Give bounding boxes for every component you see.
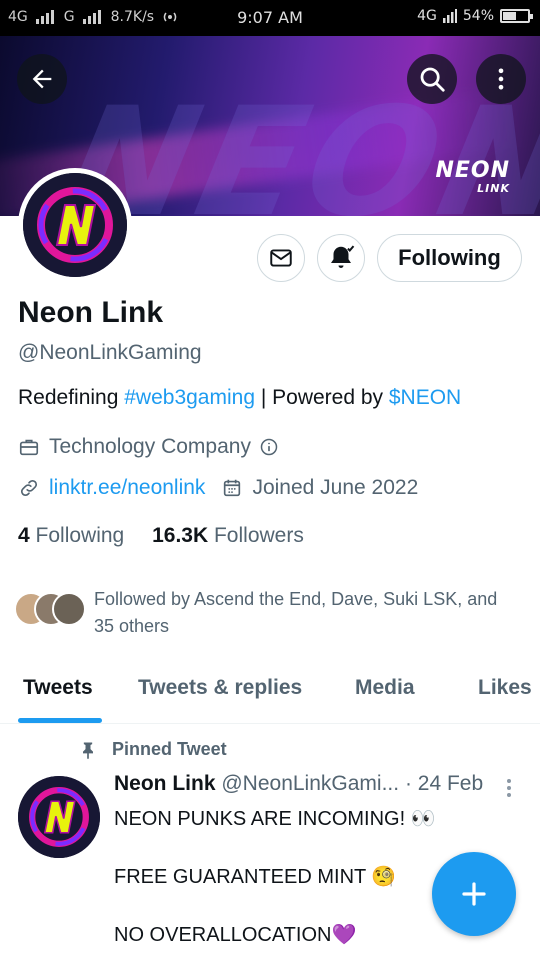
following-count-link[interactable]: 4 Following	[18, 524, 124, 547]
compose-tweet-button[interactable]	[432, 852, 516, 936]
tab-media[interactable]: Media	[355, 676, 415, 700]
network-indicator-right: 4G	[417, 8, 437, 24]
tweet-header: Neon Link @NeonLinkGami... · 24 Feb	[114, 772, 483, 796]
pin-icon	[83, 742, 93, 759]
joined-date: Joined June 2022	[252, 476, 419, 499]
profile-handle: @NeonLinkGaming	[18, 341, 202, 364]
signal-icon-3	[442, 9, 457, 23]
tweet-author-handle[interactable]: @NeonLinkGami...	[221, 772, 399, 795]
tweet-more-button[interactable]	[500, 776, 518, 805]
tweet-author-name[interactable]: Neon Link	[114, 772, 216, 795]
banner-logo-bottom: LINK	[477, 182, 510, 195]
battery-percent: 54%	[462, 8, 494, 24]
following-label: Following	[35, 524, 125, 547]
follower-avatar-3	[52, 592, 86, 626]
message-button[interactable]	[257, 234, 305, 282]
category-label: Technology Company	[49, 435, 251, 458]
follow-counts: 4 Following 16.3K Followers	[18, 524, 304, 548]
info-icon[interactable]	[259, 437, 279, 457]
website-joined-row: linktr.ee/neonlink Joined June 2022	[18, 476, 418, 500]
cashtag-link[interactable]: $NEON	[389, 386, 461, 409]
bio-text-middle: | Powered by	[255, 386, 389, 409]
tweet-text-line-3: NO OVERALLOCATION💜	[114, 924, 357, 946]
following-button[interactable]: Following	[377, 234, 522, 282]
tab-likes[interactable]: Likes	[478, 676, 532, 700]
followers-count-link[interactable]: 16.3K Followers	[152, 524, 304, 547]
search-icon	[420, 67, 445, 92]
followed-by-text[interactable]: Followed by Ascend the End, Dave, Suki L…	[94, 586, 514, 640]
notifications-button[interactable]	[317, 234, 365, 282]
envelope-icon	[270, 249, 292, 267]
followers-label: Followers	[213, 524, 304, 547]
link-icon	[20, 479, 38, 497]
bell-subscribed-icon	[331, 245, 355, 268]
back-button[interactable]	[17, 54, 67, 104]
more-vertical-icon	[498, 68, 504, 90]
hashtag-link[interactable]: #web3gaming	[124, 386, 255, 409]
plus-icon	[462, 882, 486, 906]
tab-tweets[interactable]: Tweets	[23, 676, 93, 700]
tweet-text-line-2: FREE GUARANTEED MINT 🧐	[114, 866, 397, 888]
briefcase-icon	[19, 439, 39, 456]
pinned-label: Pinned Tweet	[78, 739, 227, 760]
search-button[interactable]	[407, 54, 457, 104]
tweet-avatar[interactable]	[18, 776, 100, 858]
profile-bio: Redefining #web3gaming | Powered by $NEO…	[18, 386, 461, 410]
battery-fill	[503, 12, 516, 20]
profile-name: Neon Link	[18, 296, 164, 329]
battery-icon	[500, 9, 533, 23]
avatar-image	[23, 173, 127, 277]
website-link[interactable]: linktr.ee/neonlink	[49, 476, 205, 500]
profile-tabs: Tweets Tweets & replies Media Likes	[0, 660, 540, 724]
active-tab-indicator	[18, 718, 102, 723]
back-arrow-icon	[32, 69, 52, 89]
status-bar: 4G G 8.7K/s 9:07 AM 4G 54%	[0, 0, 540, 36]
neon-logo-icon	[23, 173, 127, 277]
pinned-text: Pinned Tweet	[112, 739, 227, 759]
banner-logo: NEON LINK	[435, 158, 510, 195]
neon-logo-icon	[18, 776, 100, 858]
bio-text: Redefining	[18, 386, 125, 409]
calendar-icon	[224, 479, 241, 497]
more-vertical-icon	[507, 779, 511, 797]
followers-count: 16.3K	[152, 524, 209, 547]
tweet-text-line-1: NEON PUNKS ARE INCOMING! 👀	[114, 808, 436, 830]
more-button[interactable]	[476, 54, 526, 104]
tweet-date[interactable]: · 24 Feb	[405, 772, 483, 795]
following-count: 4	[18, 524, 30, 547]
tab-tweets-replies[interactable]: Tweets & replies	[138, 676, 302, 700]
banner-logo-top: NEON	[435, 158, 510, 183]
status-right: 4G 54%	[417, 8, 533, 24]
category-row: Technology Company	[18, 435, 279, 459]
profile-avatar[interactable]	[18, 168, 132, 282]
